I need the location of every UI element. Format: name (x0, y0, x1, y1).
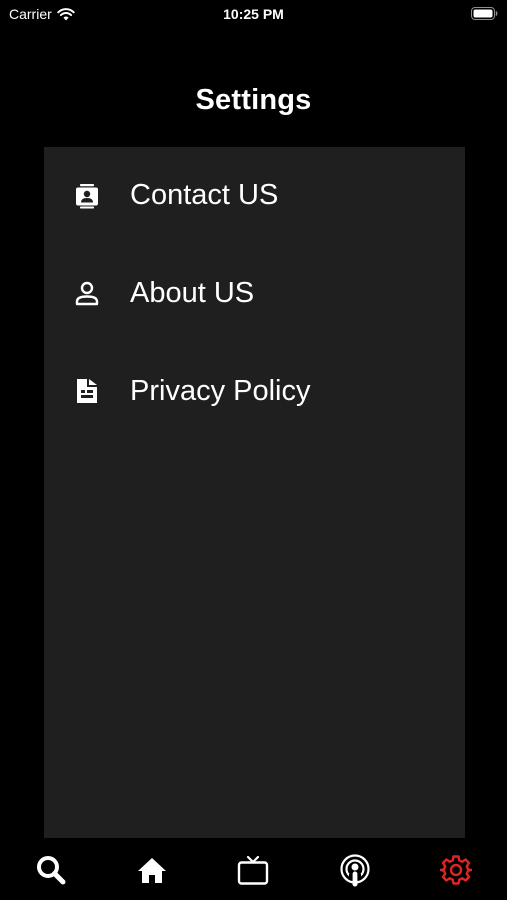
settings-panel: Contact US About US Privacy Policy (44, 147, 465, 838)
tab-home[interactable] (101, 838, 202, 900)
gear-icon (440, 855, 473, 885)
podcast-icon (340, 854, 370, 887)
menu-item-label: Contact US (130, 178, 279, 211)
status-bar: Carrier 10:25 PM (0, 0, 507, 30)
menu-item-label: About US (130, 276, 255, 309)
tv-icon (238, 855, 269, 885)
settings-screen: Carrier 10:25 PM Settings Contact US Abo… (0, 0, 507, 900)
search-icon (36, 856, 66, 885)
document-icon (73, 377, 101, 405)
tab-search[interactable] (0, 838, 101, 900)
menu-item-privacy-policy[interactable]: Privacy Policy (44, 361, 465, 421)
person-icon (73, 279, 101, 307)
battery-icon (471, 7, 498, 20)
tab-podcast[interactable] (304, 838, 405, 900)
tab-tv[interactable] (203, 838, 304, 900)
status-time: 10:25 PM (223, 6, 284, 22)
tab-settings[interactable] (406, 838, 507, 900)
page-title: Settings (195, 84, 312, 116)
menu-item-label: Privacy Policy (130, 374, 311, 407)
contact-card-icon (73, 181, 101, 209)
menu-item-about-us[interactable]: About US (44, 263, 465, 323)
tab-bar (0, 838, 507, 900)
home-icon (138, 858, 167, 883)
menu-item-contact-us[interactable]: Contact US (44, 165, 465, 225)
